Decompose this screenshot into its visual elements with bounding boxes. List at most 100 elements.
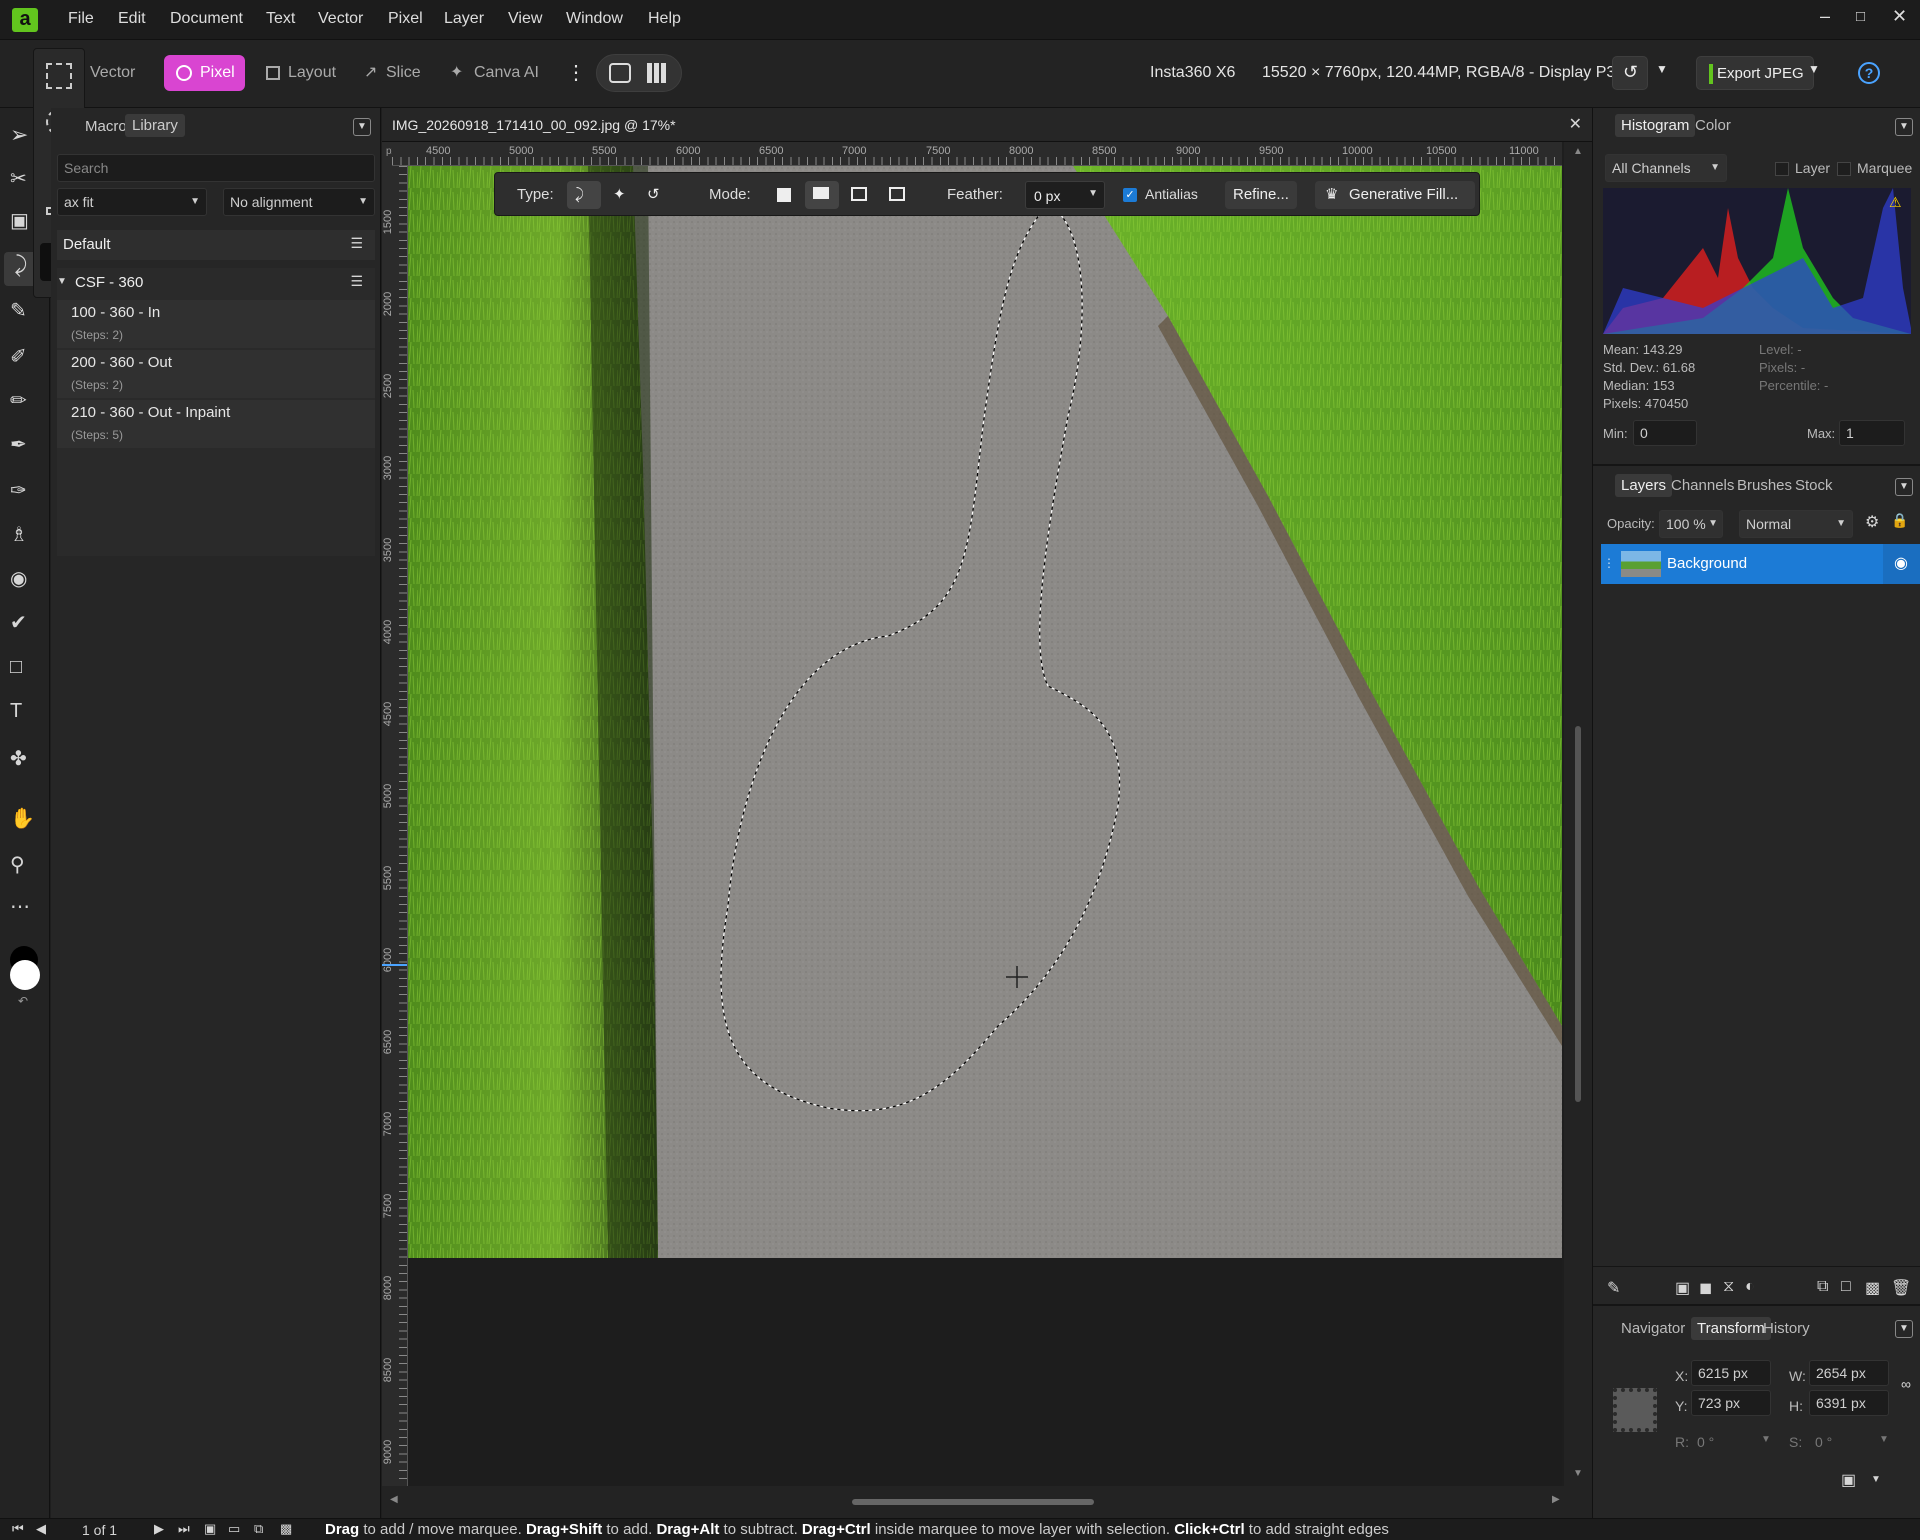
panel-menu-icon[interactable]: ▼ xyxy=(1895,478,1913,496)
tab-brushes[interactable]: Brushes xyxy=(1737,477,1792,494)
antialias-checkbox[interactable]: ✓ xyxy=(1123,188,1137,202)
refine-button[interactable]: Refine... xyxy=(1225,181,1297,209)
app-logo-icon[interactable]: a xyxy=(12,8,38,32)
trash-icon[interactable]: 🗑 xyxy=(1891,1278,1911,1298)
chevron-down-icon[interactable]: ▼ xyxy=(1656,62,1668,76)
vertical-ruler[interactable]: 1500 2000 2500 3000 3500 4000 4500 5000 … xyxy=(382,166,408,1486)
new-pixel-layer-icon[interactable]: ⧉ xyxy=(1817,1278,1828,1296)
persona-slice[interactable]: ↗ Slice xyxy=(360,55,431,91)
tab-histogram[interactable]: Histogram xyxy=(1615,114,1696,137)
menu-text[interactable]: Text xyxy=(266,10,295,28)
x-input[interactable]: 6215 px xyxy=(1691,1360,1771,1386)
edit-layer-icon[interactable]: ✎ xyxy=(1607,1278,1620,1298)
category-menu-icon[interactable]: ☰ xyxy=(350,273,363,290)
paint-brush-icon[interactable]: ✐ xyxy=(10,344,38,372)
page-option-icon[interactable]: ▩ xyxy=(280,1521,292,1537)
zoom-tool-icon[interactable]: ⚲ xyxy=(10,852,38,880)
persona-vector[interactable]: Vector xyxy=(80,55,145,91)
fit-select[interactable]: ax fit ▼ xyxy=(57,188,207,216)
vertical-scrollbar[interactable]: ▲ ▼ xyxy=(1564,142,1592,1486)
erase-tool-icon[interactable]: ✏ xyxy=(10,388,38,416)
w-input[interactable]: 2654 px xyxy=(1809,1360,1889,1386)
adjustment-icon[interactable]: ⧖ xyxy=(1723,1278,1734,1296)
tab-stock[interactable]: Stock xyxy=(1795,477,1833,494)
tab-transform[interactable]: Transform xyxy=(1691,1317,1771,1340)
visibility-toggle[interactable]: ◉ xyxy=(1883,544,1920,584)
chevron-down-icon[interactable]: ▼ xyxy=(1871,1474,1881,1485)
macro-item[interactable]: 210 - 360 - Out - Inpaint (Steps: 5) xyxy=(57,400,375,448)
blend-mode-select[interactable]: Normal ▼ xyxy=(1739,510,1853,538)
previous-page-icon[interactable]: ◀ xyxy=(36,1521,46,1537)
close-icon[interactable]: ✕ xyxy=(1892,6,1907,27)
page-option-icon[interactable]: ▣ xyxy=(204,1521,216,1537)
marquee-checkbox[interactable] xyxy=(1837,162,1851,176)
tab-color[interactable]: Color xyxy=(1695,117,1731,134)
panel-menu-icon[interactable]: ▼ xyxy=(1895,1320,1913,1338)
library-search-input[interactable]: Search xyxy=(57,154,375,182)
mask-icon[interactable]: ◼ xyxy=(1699,1278,1712,1298)
page-option-icon[interactable]: ▭ xyxy=(228,1521,240,1537)
alignment-select[interactable]: No alignment ▼ xyxy=(223,188,375,216)
category-menu-icon[interactable]: ☰ xyxy=(350,235,363,252)
fill-tool-icon[interactable]: ✎ xyxy=(10,298,38,326)
scroll-right-icon[interactable]: ▶ xyxy=(1552,1494,1560,1505)
menu-view[interactable]: View xyxy=(508,10,542,28)
chevron-down-icon[interactable]: ▼ xyxy=(1761,1434,1771,1445)
tab-history[interactable]: History xyxy=(1763,1320,1810,1337)
chevron-down-icon[interactable]: ▼ xyxy=(1879,1434,1889,1445)
fill-layer-icon[interactable]: ▩ xyxy=(1865,1278,1880,1298)
min-input[interactable]: 0 xyxy=(1633,420,1697,446)
collapse-arrow-icon[interactable]: ▼ xyxy=(57,276,67,287)
group-layers-icon[interactable]: □ xyxy=(1841,1278,1851,1296)
link-icon[interactable]: ∞ xyxy=(1901,1376,1911,1392)
shape-tool-icon[interactable]: □ xyxy=(10,656,38,684)
polygonal-type-icon[interactable]: ✦ xyxy=(605,181,635,209)
document-image[interactable] xyxy=(408,166,1562,1258)
rotation-input[interactable]: 0 ° xyxy=(1697,1434,1714,1450)
scroll-up-icon[interactable]: ▲ xyxy=(1573,146,1583,157)
tab-library[interactable]: Library xyxy=(125,114,185,137)
help-icon[interactable]: ? xyxy=(1858,62,1880,84)
menu-window[interactable]: Window xyxy=(566,10,623,28)
panel-menu-icon[interactable]: ▼ xyxy=(1895,118,1913,136)
new-selection-icon[interactable] xyxy=(777,188,791,202)
export-button[interactable]: Export JPEG xyxy=(1696,56,1814,90)
anchor-selector[interactable] xyxy=(1613,1388,1657,1432)
clone-stamp-icon[interactable]: ♗ xyxy=(10,522,38,550)
scroll-left-icon[interactable]: ◀ xyxy=(390,1494,398,1505)
page-option-icon[interactable]: ⧉ xyxy=(254,1521,263,1537)
dodge-tool-icon[interactable]: ✒ xyxy=(10,432,38,460)
rectangle-marquee-icon[interactable] xyxy=(46,63,72,89)
menu-vector[interactable]: Vector xyxy=(318,10,363,28)
feather-input[interactable]: 0 px ▼ xyxy=(1025,181,1105,209)
primary-color-swatch[interactable] xyxy=(10,960,40,990)
category-default[interactable]: Default ☰ xyxy=(57,230,375,260)
layer-drag-handle-icon[interactable]: ⋮ xyxy=(1603,556,1615,570)
menu-file[interactable]: File xyxy=(68,10,94,28)
menu-edit[interactable]: Edit xyxy=(118,10,146,28)
tab-macro[interactable]: Macro xyxy=(85,118,127,135)
color-picker-icon[interactable]: ✤ xyxy=(10,746,38,774)
gear-icon[interactable]: ⚙ xyxy=(1865,512,1879,532)
tab-layers[interactable]: Layers xyxy=(1615,474,1673,497)
grid-icon[interactable] xyxy=(647,63,667,83)
fx-icon[interactable]: ▣ xyxy=(1675,1278,1690,1298)
menu-help[interactable]: Help xyxy=(648,10,681,28)
layer-row-background[interactable]: ⋮ Background ◉ xyxy=(1601,544,1920,584)
smudge-tool-icon[interactable]: ✑ xyxy=(10,478,38,506)
document-tab[interactable]: IMG_20260918_171410_00_092.jpg @ 17%* ✕ xyxy=(382,108,1592,142)
text-tool-icon[interactable]: T xyxy=(10,700,38,728)
vertical-scroll-thumb[interactable] xyxy=(1575,726,1581,1102)
next-page-icon[interactable]: ▶ xyxy=(154,1521,164,1537)
horizontal-ruler[interactable]: 4500 5000 5500 6000 6500 7000 7500 8000 … xyxy=(392,142,1562,166)
persona-pixel[interactable]: Pixel xyxy=(164,55,245,91)
subtract-selection-icon[interactable] xyxy=(851,187,867,201)
panel-menu-icon[interactable]: ▼ xyxy=(353,118,371,136)
snapping-icon[interactable] xyxy=(609,63,631,83)
pen-tool-icon[interactable]: ✔ xyxy=(10,610,38,638)
lock-icon[interactable]: 🔒 xyxy=(1891,512,1908,529)
hand-tool-icon[interactable]: ✋ xyxy=(10,806,38,834)
persona-canva-ai[interactable]: ✦ Canva AI xyxy=(444,55,549,91)
minimize-icon[interactable]: – xyxy=(1820,6,1830,27)
swap-colors-icon[interactable]: ↶ xyxy=(18,994,28,1008)
